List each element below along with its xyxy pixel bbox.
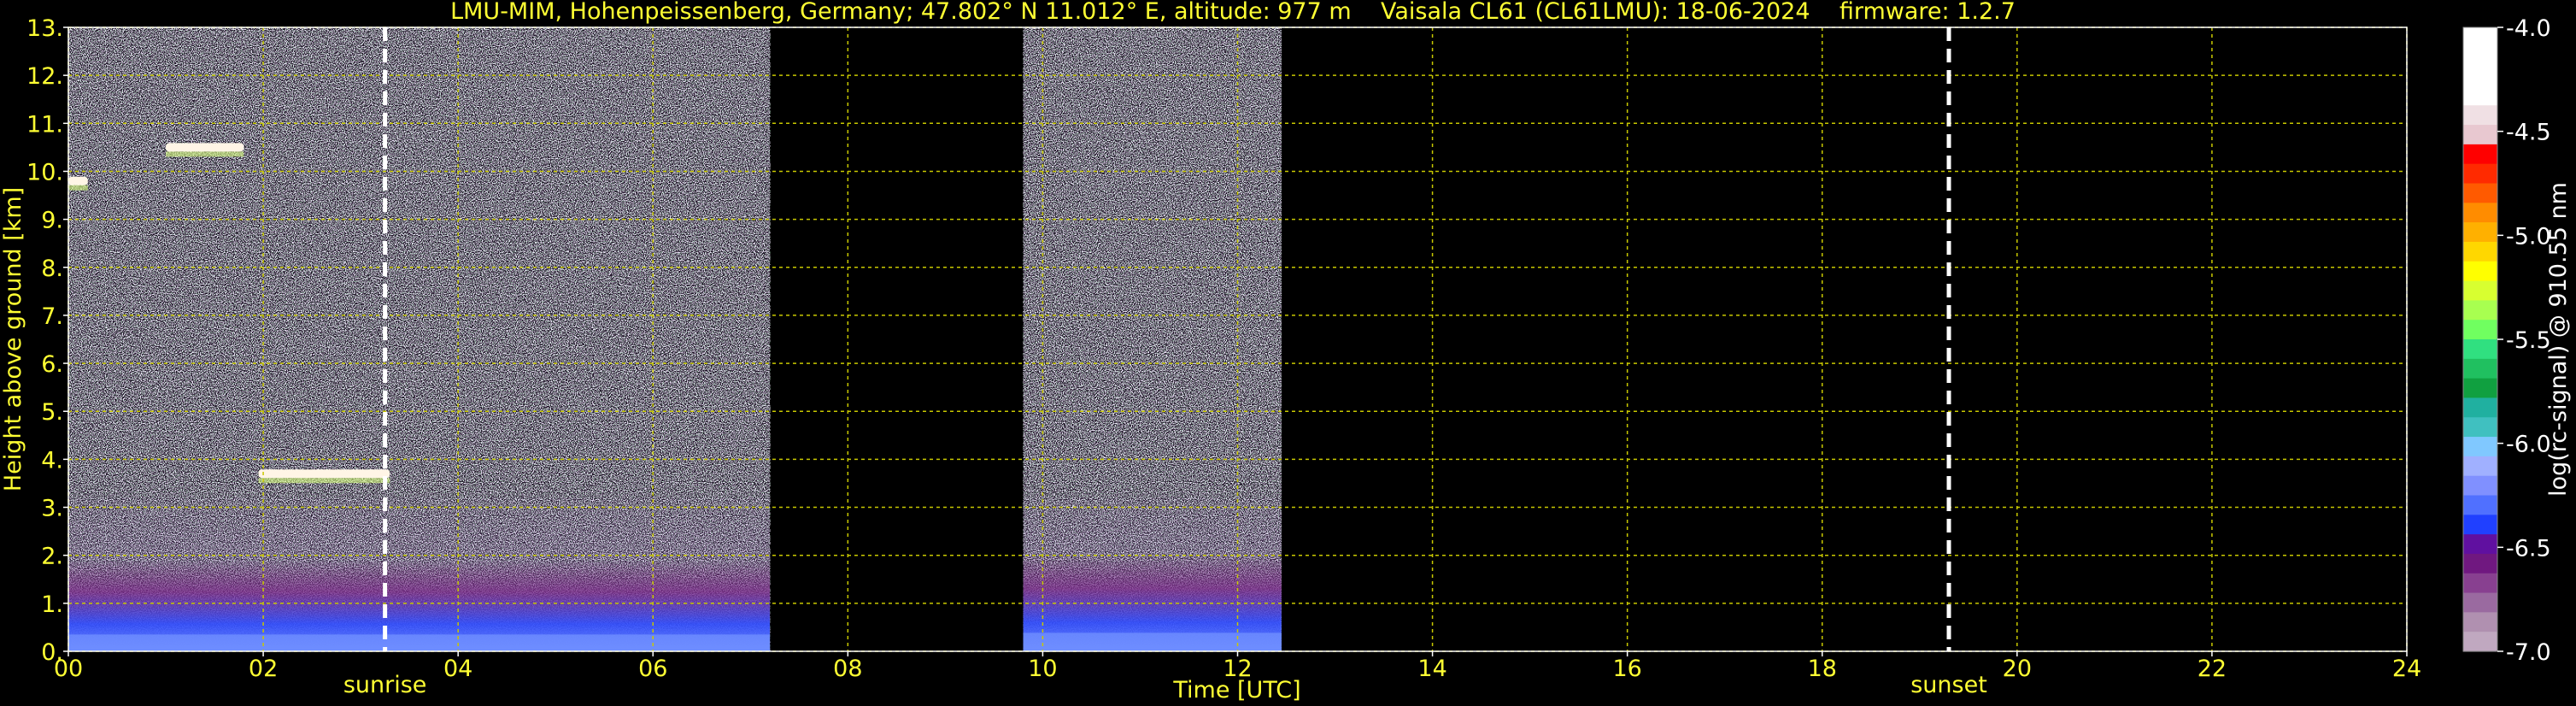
colorbar-tick-label: -7.0 (2506, 639, 2551, 666)
colorbar-segment (2463, 632, 2497, 652)
y-tick-label: 8. (41, 256, 63, 282)
colorbar-segment (2463, 125, 2497, 145)
x-tick-label: 24 (2392, 656, 2421, 682)
colorbar-segment (2463, 280, 2497, 301)
colorbar-segment (2463, 66, 2497, 87)
colorbar-segment (2463, 300, 2497, 321)
cloud-layer (258, 469, 390, 479)
chart-title: LMU-MIM, Hohenpeissenberg, Germany; 47.8… (450, 0, 2016, 25)
colorbar-segment (2463, 495, 2497, 515)
colorbar-segment (2463, 183, 2497, 203)
colorbar-label: log(rc-signal) @ 910.55 nm (2545, 182, 2572, 497)
y-tick-label: 6. (41, 351, 63, 378)
colorbar-tick-label: -4.5 (2506, 120, 2551, 146)
x-tick-label: 18 (1808, 656, 1837, 682)
boundary-layer-core (68, 634, 771, 651)
colorbar-segment (2463, 592, 2497, 613)
y-tick-label: 1. (41, 591, 63, 618)
y-tick-label: 7. (41, 303, 63, 330)
colorbar-segment (2463, 222, 2497, 243)
cloud-edge (68, 185, 88, 191)
x-tick-label: 06 (638, 656, 667, 682)
x-tick-label: 16 (1612, 656, 1641, 682)
colorbar-segment (2463, 85, 2497, 106)
colorbar-segment (2463, 515, 2497, 535)
colorbar-segment (2463, 27, 2497, 48)
colorbar-segment (2463, 241, 2497, 262)
x-tick-label: 20 (2003, 656, 2032, 682)
colorbar-segment (2463, 475, 2497, 497)
colorbar-tick-label: -5.0 (2506, 223, 2551, 250)
sunrise-label: sunrise (343, 672, 427, 698)
colorbar-segment (2463, 46, 2497, 68)
y-axis-label: Height above ground [km] (0, 187, 26, 491)
y-tick-label: 9. (41, 208, 63, 234)
colorbar-segment (2463, 339, 2497, 360)
colorbar-segment (2463, 203, 2497, 223)
y-tick-label: 0. (41, 639, 63, 666)
cloud-edge (166, 151, 244, 157)
colorbar-segment (2463, 163, 2497, 185)
colorbar-segment (2463, 573, 2497, 594)
colorbar-segment (2463, 417, 2497, 438)
y-tick-label: 11. (26, 111, 63, 138)
x-tick-label: 08 (833, 656, 862, 682)
x-tick-label: 10 (1028, 656, 1057, 682)
colorbar-segment (2463, 534, 2497, 555)
y-tick-label: 13. (26, 15, 63, 42)
y-tick-label: 3. (41, 496, 63, 522)
colorbar-segment (2463, 358, 2497, 379)
x-tick-label: 14 (1417, 656, 1446, 682)
colorbar-segment (2463, 320, 2497, 340)
colorbar-segment (2463, 437, 2497, 457)
colorbar-tick-label: -6.5 (2506, 535, 2551, 562)
cloud-edge (258, 478, 390, 484)
x-axis-label: Time [UTC] (1172, 677, 1300, 703)
colorbar-tick-label: -5.5 (2506, 327, 2551, 354)
y-tick-label: 5. (41, 399, 63, 426)
colorbar-segment (2463, 612, 2497, 632)
sunset-label: sunset (1910, 672, 1987, 698)
colorbar-segment (2463, 553, 2497, 574)
colorbar-segment (2463, 261, 2497, 282)
colorbar: -4.0 -4.5 -5.0 -5.5 -6.0 -6.5 -7.0 (2462, 15, 2551, 666)
colorbar-segment (2463, 397, 2497, 418)
x-tick-label: 22 (2198, 656, 2227, 682)
colorbar-segment (2463, 456, 2497, 477)
colorbar-tick-label: -4.0 (2506, 15, 2551, 42)
y-tick-label: 4. (41, 447, 63, 474)
colorbar-tick-label: -6.0 (2506, 432, 2551, 458)
boundary-layer-core (1023, 632, 1282, 651)
plot-area (68, 27, 2407, 651)
y-tick-label: 12. (26, 63, 63, 90)
y-tick-label: 10. (26, 159, 63, 185)
colorbar-segment (2463, 378, 2497, 399)
cloud-layer (166, 143, 244, 152)
ceilometer-chart: sunrise sunset 00 02 04 06 08 10 12 14 16 18 20 22 24… (0, 0, 2572, 703)
x-tick-label: 04 (443, 656, 472, 682)
y-tick-label: 2. (41, 544, 63, 570)
x-tick-label: 02 (249, 656, 278, 682)
colorbar-segment (2463, 105, 2497, 126)
cloud-layer (68, 176, 88, 185)
colorbar-segment (2463, 144, 2497, 165)
